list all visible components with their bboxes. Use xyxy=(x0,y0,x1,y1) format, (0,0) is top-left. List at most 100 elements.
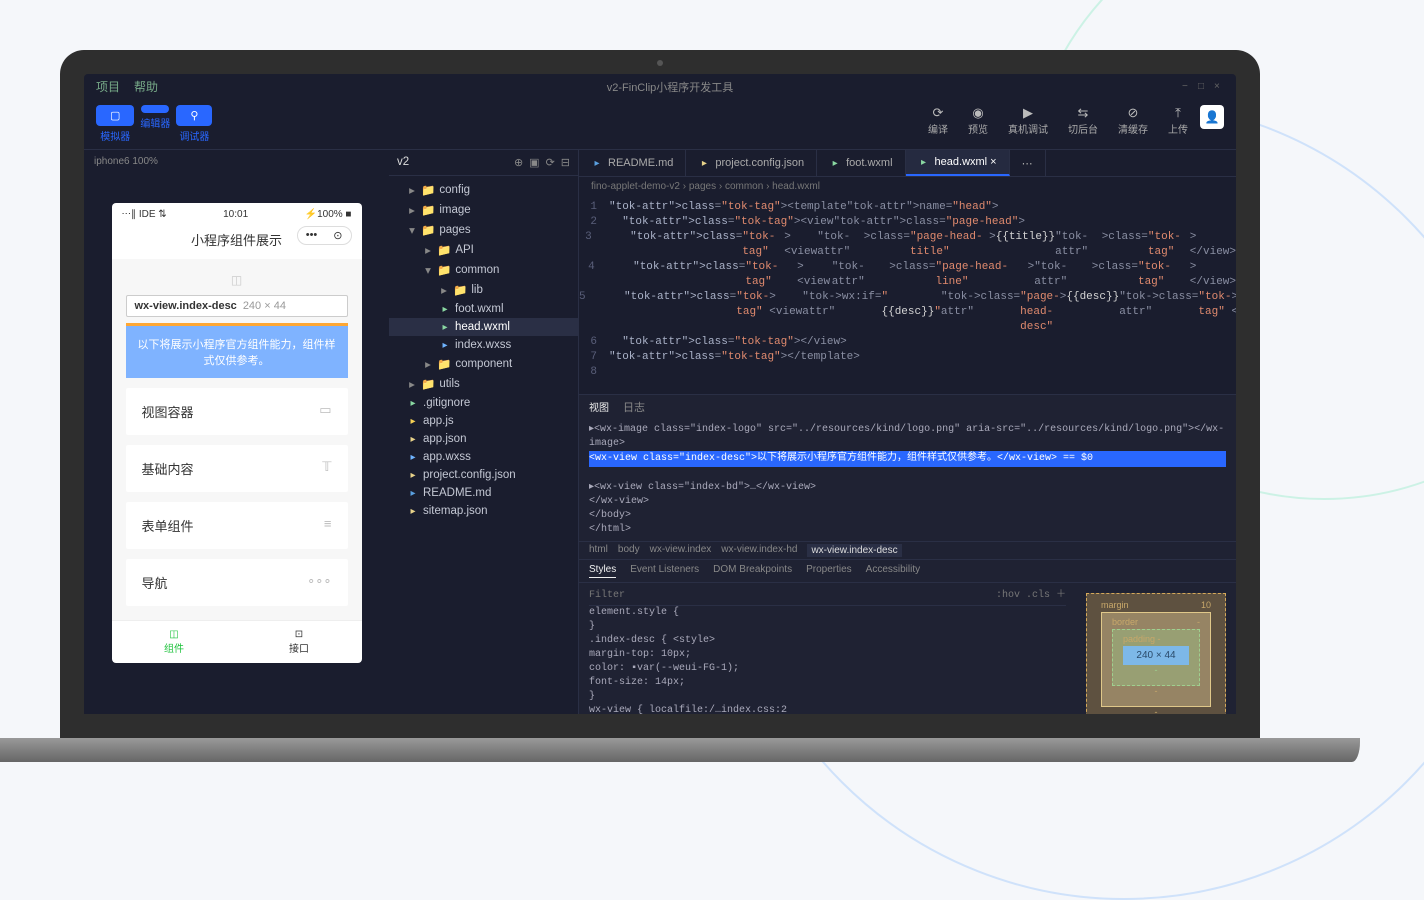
tree-app.json[interactable]: ▸app.json xyxy=(389,430,578,448)
tree-.gitignore[interactable]: ▸.gitignore xyxy=(389,394,578,412)
tree-foot.wxml[interactable]: ▸foot.wxml xyxy=(389,300,578,318)
style-rule[interactable]: element.style { xyxy=(589,606,1066,620)
dom-node[interactable]: </html> xyxy=(589,524,631,535)
style-rule[interactable]: margin-top: 10px; xyxy=(589,648,1066,662)
app-title: 小程序组件展示 xyxy=(191,233,282,248)
style-rule[interactable]: font-size: 14px; xyxy=(589,676,1066,690)
list-item[interactable]: 基础内容𝕋 xyxy=(126,445,348,492)
mode-0[interactable]: ▢模拟器 xyxy=(96,105,134,143)
action-上传[interactable]: ⤒上传 xyxy=(1168,105,1188,136)
breadcrumb[interactable]: fino-applet-demo-v2 › pages › common › h… xyxy=(579,177,1236,196)
style-tab[interactable]: Styles xyxy=(589,564,616,578)
editor-tab[interactable]: ▸foot.wxml xyxy=(817,150,905,176)
action-清缓存[interactable]: ⊘清缓存 xyxy=(1118,105,1148,136)
menu-project[interactable]: 项目 xyxy=(96,78,120,95)
avatar[interactable]: 👤 xyxy=(1200,105,1224,129)
dom-crumb[interactable]: wx-view.index-hd xyxy=(721,544,797,557)
new-folder-icon[interactable]: ▣ xyxy=(529,156,539,169)
action-切后台[interactable]: ⇆切后台 xyxy=(1068,105,1098,136)
tree-pages[interactable]: ▾📁pages xyxy=(389,220,578,240)
style-tab[interactable]: Properties xyxy=(806,564,852,578)
style-tab[interactable]: Accessibility xyxy=(866,564,920,578)
code-line[interactable]: 1"tok-attr">class="tok-tag"><template "t… xyxy=(579,200,1236,215)
camera-dot xyxy=(657,60,663,66)
style-tab[interactable]: DOM Breakpoints xyxy=(713,564,792,578)
dom-node[interactable]: ▸<wx-image class="index-logo" src="../re… xyxy=(589,424,1224,449)
tree-app.js[interactable]: ▸app.js xyxy=(389,412,578,430)
tree-image[interactable]: ▸📁image xyxy=(389,200,578,220)
ide-window: 项目 帮助 v2-FinClip小程序开发工具 −□× ▢模拟器编辑器⚲调试器 … xyxy=(84,74,1236,714)
action-真机调试[interactable]: ▶真机调试 xyxy=(1008,105,1048,136)
tabbar-item[interactable]: ⊡接口 xyxy=(237,629,362,655)
code-line[interactable]: 4 "tok-attr">class="tok-tag"><view "tok-… xyxy=(579,260,1236,290)
status-clock: 10:01 xyxy=(223,209,248,220)
tab-more-icon[interactable]: ⋯ xyxy=(1010,150,1046,176)
highlighted-element[interactable]: 以下将展示小程序官方组件能力，组件样式仅供参考。 xyxy=(126,323,348,378)
min-icon[interactable]: − xyxy=(1182,81,1192,92)
list-item[interactable]: 导航∘∘∘ xyxy=(126,559,348,606)
tree-index.wxss[interactable]: ▸index.wxss xyxy=(389,336,578,354)
device-label: iphone6 100% xyxy=(84,150,389,173)
tabbar-item[interactable]: ◫组件 xyxy=(112,629,237,655)
inspect-tooltip: wx-view.index-desc240 × 44 xyxy=(126,295,348,317)
tree-app.wxss[interactable]: ▸app.wxss xyxy=(389,448,578,466)
tree-README.md[interactable]: ▸README.md xyxy=(389,484,578,502)
panel-tab-log[interactable]: 日志 xyxy=(623,399,645,415)
close-icon[interactable]: × xyxy=(1214,81,1224,92)
status-battery: ⚡100% ■ xyxy=(305,209,352,220)
editor-tab[interactable]: ▸head.wxml × xyxy=(906,150,1010,176)
tree-config[interactable]: ▸📁config xyxy=(389,180,578,200)
tree-common[interactable]: ▾📁common xyxy=(389,260,578,280)
list-item[interactable]: 表单组件≡ xyxy=(126,502,348,549)
style-rule[interactable]: } xyxy=(589,620,1066,634)
dom-crumb[interactable]: body xyxy=(618,544,640,557)
style-rule[interactable]: } xyxy=(589,690,1066,704)
code-line[interactable]: 2 "tok-attr">class="tok-tag"><view "tok-… xyxy=(579,215,1236,230)
dom-node[interactable]: ▸<wx-view class="index-bd">…</wx-view> xyxy=(589,482,816,493)
tree-project.config.json[interactable]: ▸project.config.json xyxy=(389,466,578,484)
code-line[interactable]: 7"tok-attr">class="tok-tag"></template> xyxy=(579,350,1236,365)
dom-crumb[interactable]: wx-view.index xyxy=(650,544,712,557)
refresh-icon[interactable]: ⟳ xyxy=(546,156,555,169)
style-tab[interactable]: Event Listeners xyxy=(630,564,699,578)
code-line[interactable]: 3 "tok-attr">class="tok-tag"><view "tok-… xyxy=(579,230,1236,260)
list-item[interactable]: 视图容器▭ xyxy=(126,388,348,435)
status-left: ⋅⋅⋅∥ IDE ⇅ xyxy=(122,209,167,220)
action-编译[interactable]: ⟳编译 xyxy=(928,105,948,136)
dom-node[interactable]: </wx-view> xyxy=(589,496,649,507)
panel-tab-view[interactable]: 视图 xyxy=(589,399,609,415)
dom-crumb[interactable]: wx-view.index-desc xyxy=(807,544,901,557)
style-rule[interactable]: .index-desc { <style> xyxy=(589,634,1066,648)
max-icon[interactable]: □ xyxy=(1198,81,1208,92)
more-icon[interactable]: ••• xyxy=(298,227,326,244)
menu-help[interactable]: 帮助 xyxy=(134,78,158,95)
mode-1[interactable]: 编辑器 xyxy=(140,105,170,143)
code-line[interactable]: 8 xyxy=(579,365,1236,380)
close-capsule-icon[interactable]: ⊙ xyxy=(325,227,350,244)
explorer-root[interactable]: v2 xyxy=(397,156,409,169)
tree-head.wxml[interactable]: ▸head.wxml xyxy=(389,318,578,336)
action-预览[interactable]: ◉预览 xyxy=(968,105,988,136)
tree-sitemap.json[interactable]: ▸sitemap.json xyxy=(389,502,578,520)
code-line[interactable]: 5 "tok-attr">class="tok-tag"><view "tok-… xyxy=(579,290,1236,335)
laptop-frame: 项目 帮助 v2-FinClip小程序开发工具 −□× ▢模拟器编辑器⚲调试器 … xyxy=(60,50,1260,762)
code-line[interactable]: 6 "tok-attr">class="tok-tag"></view> xyxy=(579,335,1236,350)
tree-utils[interactable]: ▸📁utils xyxy=(389,374,578,394)
dom-crumb[interactable]: html xyxy=(589,544,608,557)
tree-component[interactable]: ▸📁component xyxy=(389,354,578,374)
style-rule[interactable]: wx-view { localfile:/…index.css:2 xyxy=(589,704,1066,714)
style-rule[interactable]: color: ▪var(--weui-FG-1); xyxy=(589,662,1066,676)
editor-tab[interactable]: ▸project.config.json xyxy=(686,150,817,176)
editor-tab[interactable]: ▸README.md xyxy=(579,150,686,176)
window-title: v2-FinClip小程序开发工具 xyxy=(172,79,1168,95)
tree-lib[interactable]: ▸📁lib xyxy=(389,280,578,300)
style-filter-hints[interactable]: :hov .cls ＋ xyxy=(996,589,1066,603)
tree-API[interactable]: ▸📁API xyxy=(389,240,578,260)
collapse-icon[interactable]: ⊟ xyxy=(561,156,570,169)
style-filter[interactable]: Filter xyxy=(589,589,625,603)
new-file-icon[interactable]: ⊕ xyxy=(514,156,523,169)
mode-2[interactable]: ⚲调试器 xyxy=(176,105,212,143)
dom-node[interactable]: </body> xyxy=(589,510,631,521)
box-model: margin10 border- padding - 240 × 44 - - … xyxy=(1076,583,1236,714)
dom-node[interactable]: <wx-view class="index-desc">以下将展示小程序官方组件… xyxy=(589,451,1226,467)
